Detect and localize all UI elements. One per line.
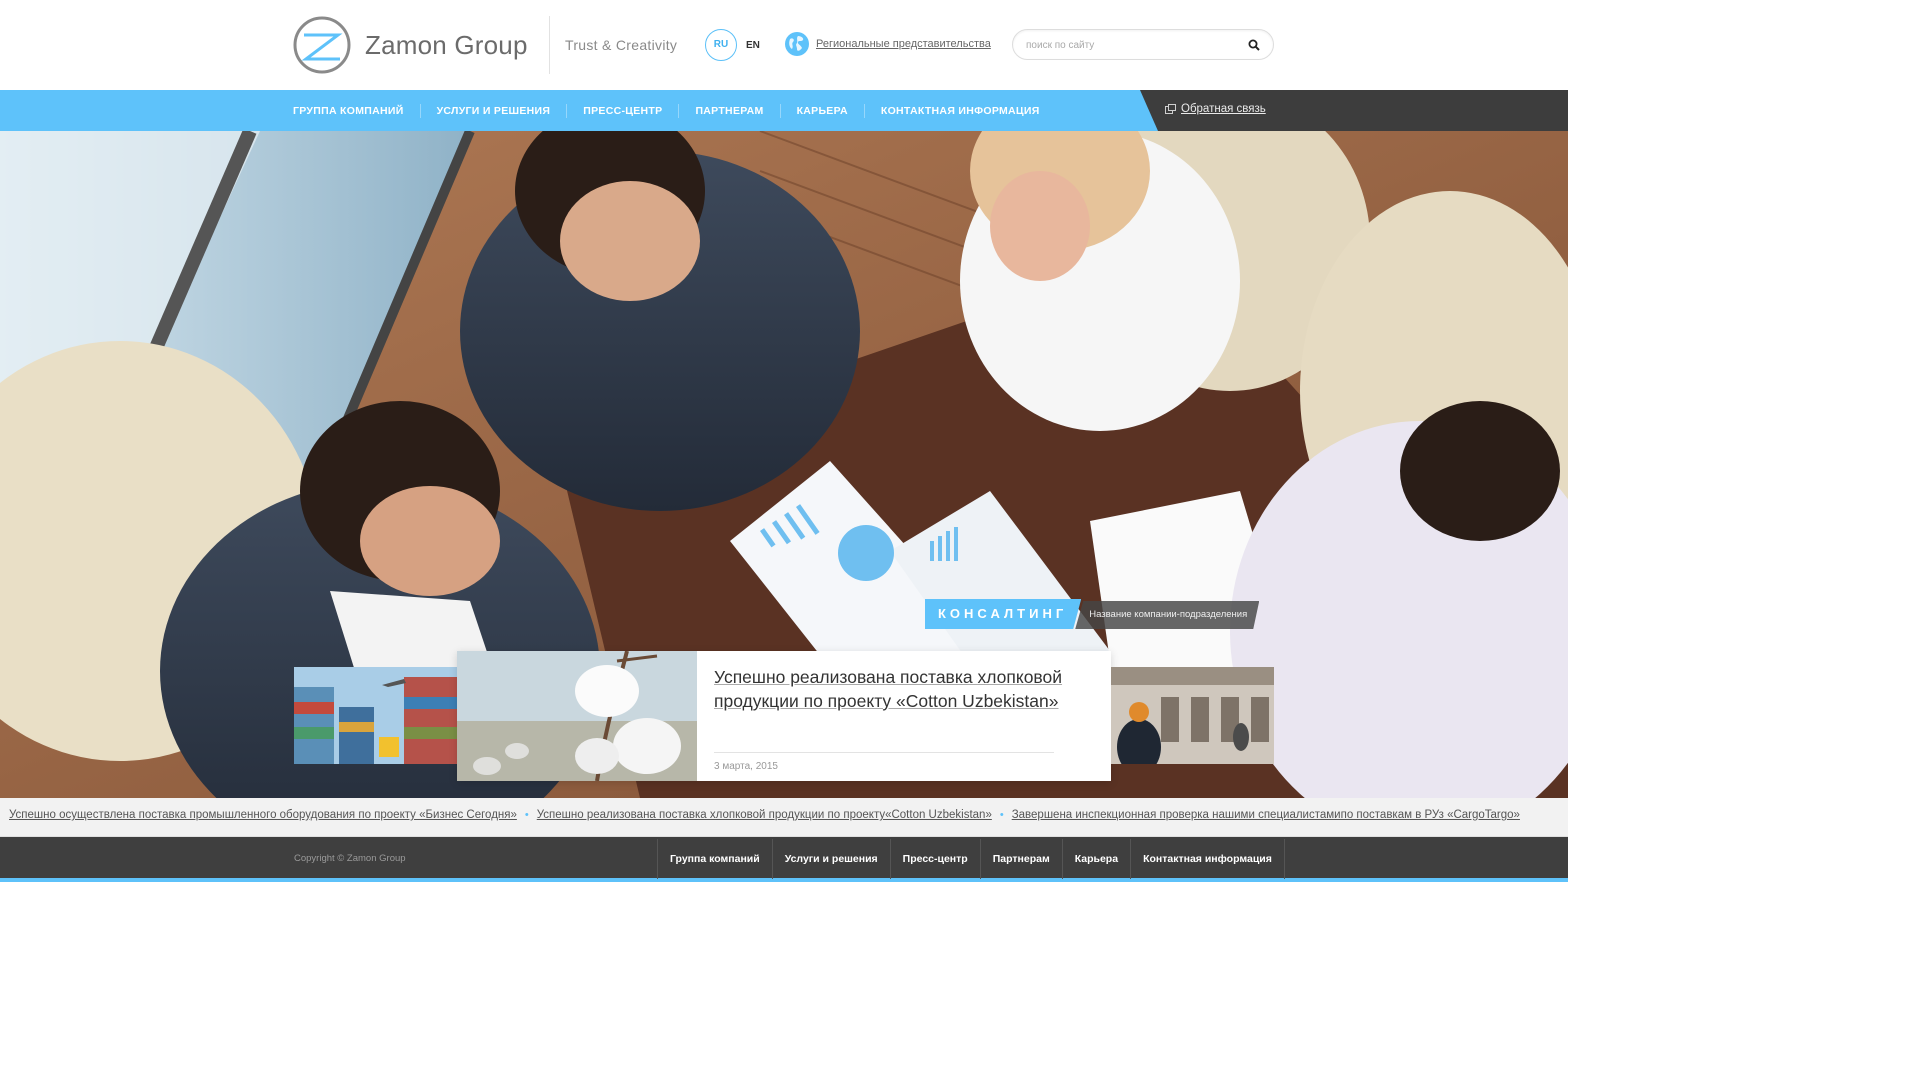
footer-item-career[interactable]: Карьера [1061, 839, 1130, 879]
containers-image [294, 667, 457, 764]
external-window-icon [1165, 104, 1176, 114]
footer-item-group[interactable]: Группа компаний [657, 839, 772, 879]
globe-icon [785, 32, 809, 56]
category-tag[interactable]: КОНСАЛТИНГ [925, 599, 1081, 629]
nav-item-career[interactable]: Карьера [779, 103, 864, 118]
lang-en-button[interactable]: EN [746, 40, 760, 51]
feedback-label: Обратная связь [1181, 103, 1266, 115]
nav-item-services[interactable]: Услуги и решения [419, 103, 567, 118]
slide-title-link[interactable]: Успешно реализована поставка хлопковой п… [714, 665, 1094, 713]
nav-item-press[interactable]: Пресс-центр [566, 103, 678, 118]
logo[interactable]: Zamon Group [292, 15, 528, 75]
slide-thumb-containers[interactable] [294, 667, 457, 764]
lang-ru-button[interactable]: RU [705, 29, 737, 61]
footer-item-contacts[interactable]: Контактная информация [1130, 839, 1285, 879]
active-slide-card: Успешно реализована поставка хлопковой п… [457, 651, 1111, 781]
news-ticker: Успешно осуществлена поставка промышленн… [0, 798, 1568, 837]
slide-date: 3 марта, 2015 [714, 761, 778, 772]
hero-category: КОНСАЛТИНГ Название компании-подразделен… [925, 599, 1259, 629]
ticker-track: Успешно осуществлена поставка промышленн… [9, 809, 1520, 821]
hero-banner: КОНСАЛТИНГ Название компании-подразделен… [0, 131, 1568, 798]
header-divider [549, 16, 550, 74]
footer-item-press[interactable]: Пресс-центр [889, 839, 980, 879]
main-nav: Группа компаний Услуги и решения Пресс-ц… [293, 90, 1056, 131]
nav-item-group[interactable]: Группа компаний [293, 104, 420, 118]
feedback-link[interactable]: Обратная связь [1165, 103, 1266, 115]
footer-item-partners[interactable]: Партнерам [979, 839, 1062, 879]
slide-thumb-inspection[interactable] [1111, 667, 1274, 764]
slide-divider [714, 752, 1054, 753]
footer-nav: Группа компаний Услуги и решения Пресс-ц… [657, 839, 1285, 879]
copyright: Copyright © Zamon Group [294, 853, 406, 864]
tagline: Trust & Creativity [565, 37, 678, 53]
search-box [1012, 29, 1274, 60]
footer-item-services[interactable]: Услуги и решения [771, 839, 890, 879]
ticker-item[interactable]: Успешно осуществлена поставка промышленн… [9, 809, 517, 821]
subsidiary-label: Название компании-подразделения [1075, 601, 1259, 629]
ticker-dot: • [999, 809, 1004, 821]
brand-name: Zamon Group [365, 29, 528, 60]
regional-offices-link[interactable]: Региональные представительства [816, 38, 991, 50]
search-input[interactable] [1024, 36, 1248, 55]
nav-item-contacts[interactable]: Контактная информация [863, 103, 1056, 118]
ticker-item[interactable]: Успешно реализована поставка хлопковой п… [537, 809, 992, 821]
site-header: Zamon Group Trust & Creativity RU EN Рег… [0, 0, 1568, 90]
search-icon[interactable] [1248, 39, 1260, 51]
nav-item-partners[interactable]: Партнерам [678, 103, 779, 118]
ticker-item[interactable]: Завершена инспекционная проверка нашими … [1012, 809, 1520, 821]
cotton-image [457, 651, 697, 781]
inspection-image [1111, 667, 1274, 764]
cotton-photo [457, 651, 697, 781]
ticker-dot: • [524, 809, 529, 821]
zamon-logo-icon [293, 16, 351, 74]
